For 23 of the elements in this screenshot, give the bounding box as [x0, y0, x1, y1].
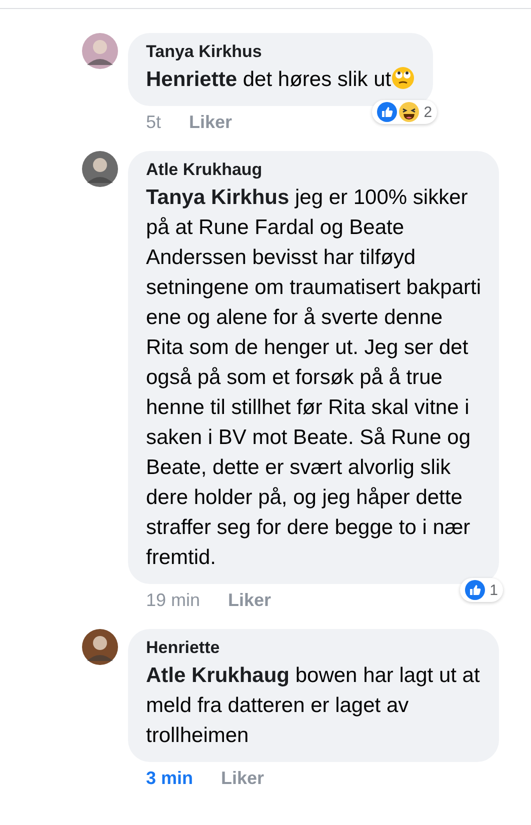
thumbs-up-icon: [464, 580, 485, 600]
avatar[interactable]: [82, 33, 118, 69]
reaction-count: 1: [490, 582, 498, 598]
author-name[interactable]: Atle Krukhaug: [146, 160, 262, 180]
reaction-badge[interactable]: 1: [460, 578, 503, 602]
eye-roll-emoji-icon: [391, 66, 416, 90]
comment-text: Henriette det høres slik ut: [146, 65, 416, 95]
timestamp[interactable]: 5t: [146, 112, 162, 133]
thumbs-up-icon: [376, 102, 397, 122]
comment-text: Tanya Kirkhus jeg er 100% sikker på at Rune Fardal og Beate Anderssen bevisst har tilføyd setningene om traumatisert bakparti ene og alene for å sverte denne Rita som de henger ut. Jeg ser det også på som et forsøk på å true henne til stillhet før Rita skal vitne i saken i BV mot Beate. Så Rune og Beate, dette er svært alvorlig slik dere holder på, og jeg håper dette straffer seg for dere begge to i nær fremtid.: [146, 185, 481, 571]
like-link[interactable]: Liker: [228, 590, 272, 611]
like-link[interactable]: Liker: [189, 112, 232, 133]
avatar[interactable]: [82, 629, 118, 665]
laughing-emoji-icon: [398, 102, 419, 122]
avatar[interactable]: [82, 151, 118, 187]
reaction-badge[interactable]: 2: [372, 100, 438, 124]
author-name[interactable]: Henriette: [146, 638, 220, 658]
timestamp[interactable]: 3 min: [146, 768, 194, 789]
reaction-count: 2: [424, 104, 432, 120]
timestamp[interactable]: 19 min: [146, 590, 200, 611]
comment-text: Atle Krukhaug bowen har lagt ut at meld fra datteren er laget av trollheimen: [146, 663, 481, 749]
like-link[interactable]: Liker: [221, 768, 264, 789]
author-name[interactable]: Tanya Kirkhus: [146, 42, 262, 62]
